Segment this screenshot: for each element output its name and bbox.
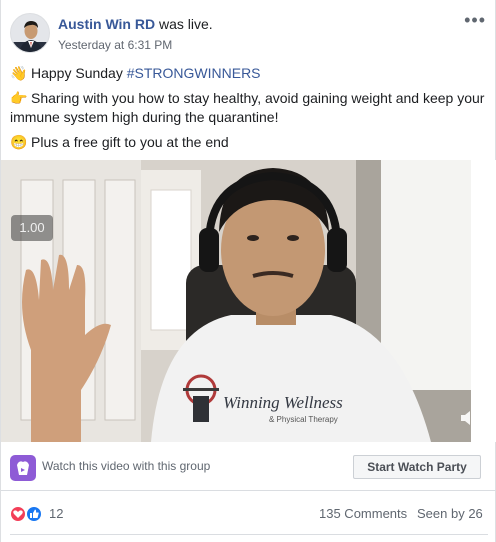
author-avatar[interactable] <box>10 13 50 53</box>
grinning-face-icon: 😁 <box>10 134 28 150</box>
author-line: Austin Win RD was live. <box>58 16 213 32</box>
like-reaction-icon[interactable] <box>25 505 43 523</box>
activity-text: was live. <box>158 16 213 32</box>
more-dots-icon[interactable]: ••• <box>464 11 486 29</box>
shirt-sub-text: & Physical Therapy <box>269 415 338 424</box>
shirt-brand-text: Winning Wellness <box>223 393 343 412</box>
watch-party-icon <box>10 455 36 481</box>
post-line-1: 👋 Happy Sunday #STRONGWINNERS <box>10 64 486 83</box>
hashtag-link[interactable]: #STRONGWINNERS <box>127 65 261 81</box>
post-header: Austin Win RD was live. Yesterday at 6:3… <box>10 11 488 59</box>
comments-count[interactable]: 135 Comments <box>319 506 407 521</box>
post-text: 👋 Happy Sunday #STRONGWINNERS 👉 Sharing wi… <box>10 64 486 158</box>
reactions-count[interactable]: 12 <box>49 506 63 521</box>
line-1-text: Happy Sunday <box>31 65 127 81</box>
video-player[interactable]: Winning Wellness & Physical Therapy 1.00 <box>1 160 496 442</box>
waving-hand-icon: 👋 <box>10 65 28 81</box>
divider <box>10 534 488 535</box>
engagement-stats: 12 135 Comments Seen by 26 <box>1 494 496 530</box>
author-name[interactable]: Austin Win RD <box>58 16 155 32</box>
watch-party-bar: Watch this video with this group Start W… <box>1 443 496 491</box>
pointing-hand-icon: 👉 <box>10 90 28 106</box>
speaker-muted-icon[interactable] <box>459 408 483 428</box>
post-line-2: 👉 Sharing with you how to stay healthy, a… <box>10 89 486 127</box>
post-timestamp[interactable]: Yesterday at 6:31 PM <box>58 38 172 52</box>
post-line-3: 😁 Plus a free gift to you at the end <box>10 133 486 152</box>
post-card: Austin Win RD was live. Yesterday at 6:3… <box>0 0 496 542</box>
start-watch-party-button[interactable]: Start Watch Party <box>353 455 481 479</box>
playback-speed-badge[interactable]: 1.00 <box>11 215 53 241</box>
line-2-text: Sharing with you how to stay healthy, av… <box>10 90 485 125</box>
watch-party-label: Watch this video with this group <box>42 459 211 473</box>
line-3-text: Plus a free gift to you at the end <box>31 134 229 150</box>
seen-by-count[interactable]: Seen by 26 <box>417 506 483 521</box>
